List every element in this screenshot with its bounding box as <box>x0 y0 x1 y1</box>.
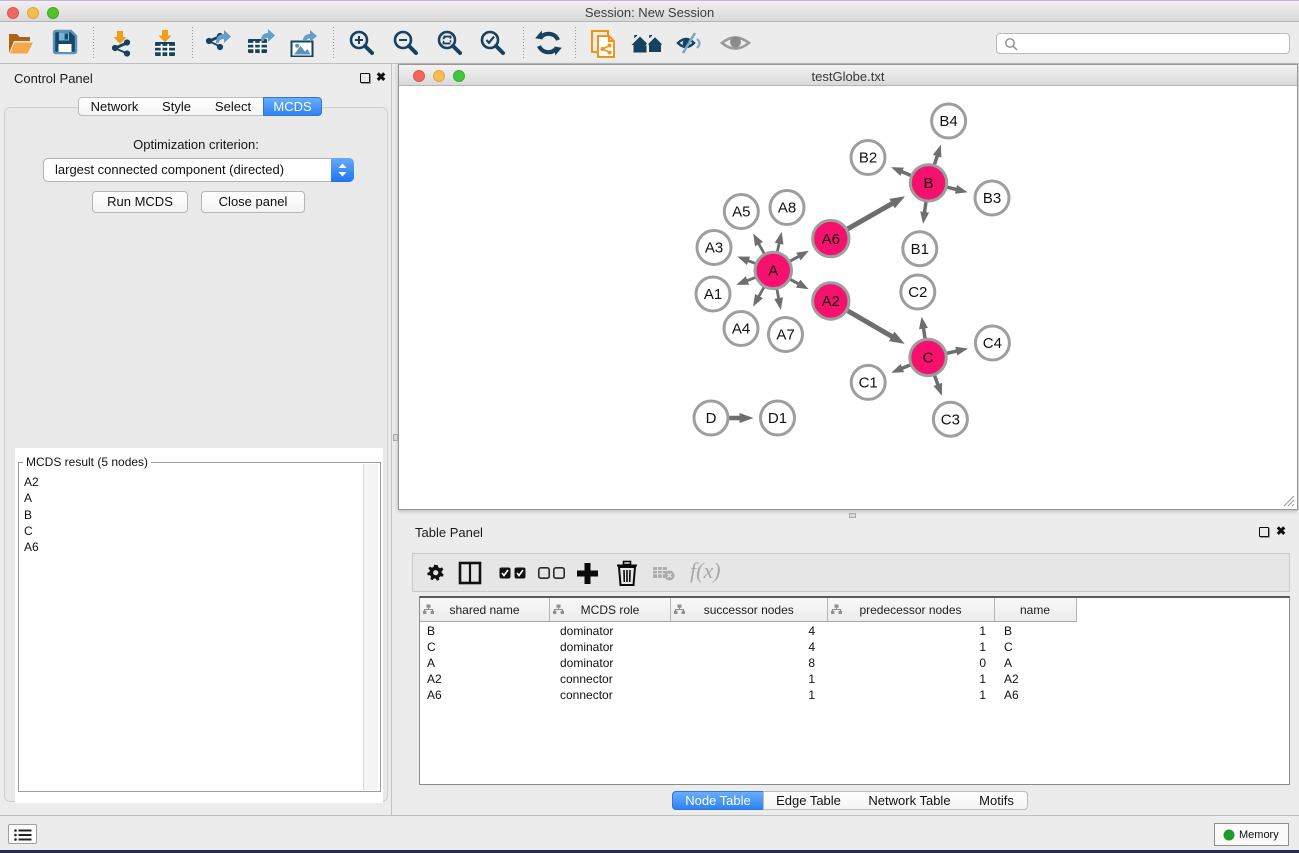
svg-text:A6: A6 <box>822 231 840 248</box>
svg-text:D1: D1 <box>768 410 787 427</box>
svg-text:B2: B2 <box>859 150 877 167</box>
svg-text:A3: A3 <box>705 240 723 257</box>
svg-text:A2: A2 <box>822 293 840 310</box>
svg-text:A8: A8 <box>778 200 796 217</box>
svg-text:C3: C3 <box>941 411 960 428</box>
svg-text:C: C <box>923 350 934 367</box>
svg-text:A: A <box>768 263 778 280</box>
svg-text:B3: B3 <box>983 190 1001 207</box>
svg-text:C4: C4 <box>983 335 1002 352</box>
svg-text:A4: A4 <box>732 321 750 338</box>
svg-text:D: D <box>706 410 717 427</box>
svg-text:B: B <box>923 175 933 192</box>
svg-text:C2: C2 <box>908 284 927 301</box>
svg-text:A5: A5 <box>732 204 750 221</box>
svg-text:B1: B1 <box>911 241 929 258</box>
svg-text:A7: A7 <box>776 327 794 344</box>
svg-text:B4: B4 <box>939 113 957 130</box>
svg-text:A1: A1 <box>704 286 722 303</box>
svg-text:C1: C1 <box>859 375 878 392</box>
